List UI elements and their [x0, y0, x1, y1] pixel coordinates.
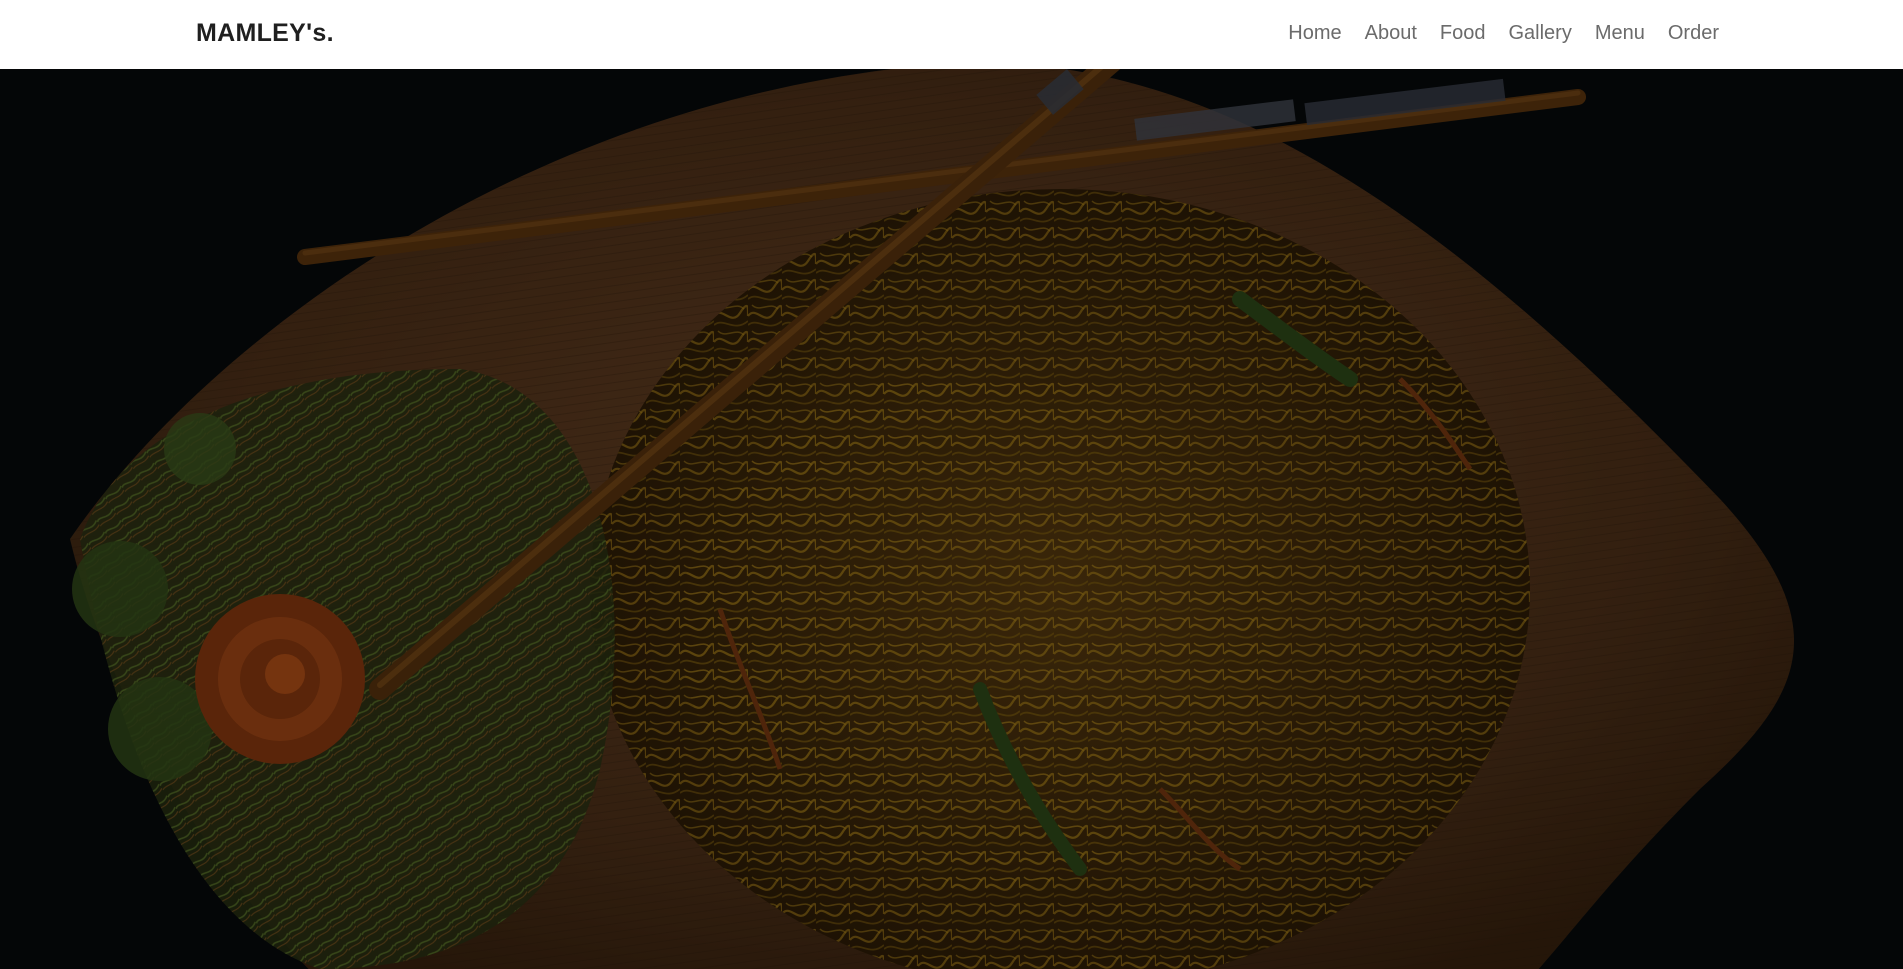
nav-link-order[interactable]: Order — [1656, 22, 1719, 45]
nav-item-menu: Menu — [1583, 22, 1656, 45]
navbar: MAMLEY's. Home About Food Gallery Menu O… — [0, 0, 1903, 69]
nav-link-food[interactable]: Food — [1428, 22, 1497, 45]
nav-menu: Home About Food Gallery Menu Order — [1277, 22, 1719, 45]
nav-item-home: Home — [1277, 22, 1353, 45]
brand-logo[interactable]: MAMLEY's. — [196, 19, 334, 48]
nav-item-food: Food — [1428, 22, 1497, 45]
hero-background-image — [0, 69, 1903, 969]
nav-item-about: About — [1353, 22, 1428, 45]
nav-item-gallery: Gallery — [1497, 22, 1583, 45]
nav-link-about[interactable]: About — [1353, 22, 1428, 45]
nav-link-home[interactable]: Home — [1277, 22, 1353, 45]
hero-section — [0, 69, 1903, 969]
nav-link-menu[interactable]: Menu — [1583, 22, 1656, 45]
nav-link-gallery[interactable]: Gallery — [1497, 22, 1583, 45]
nav-item-order: Order — [1656, 22, 1719, 45]
